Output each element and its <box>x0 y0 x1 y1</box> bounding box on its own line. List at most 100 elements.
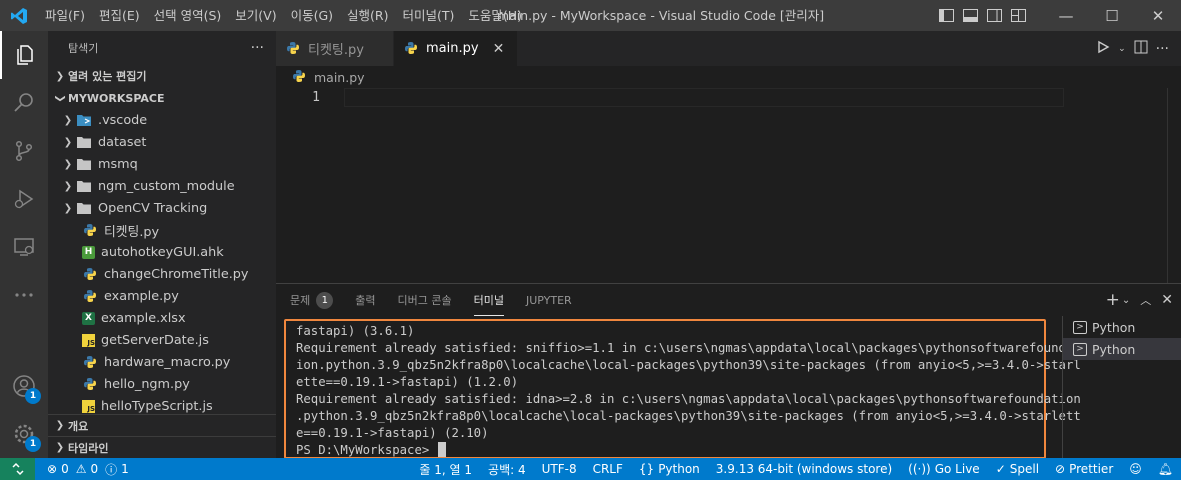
run-debug-icon[interactable] <box>0 175 48 223</box>
indentation[interactable]: 공백: 4 <box>480 458 534 480</box>
new-terminal-icon[interactable]: + <box>1106 290 1120 310</box>
file-label: 티켓팅.py <box>104 224 160 240</box>
tab-problems[interactable]: 문제 1 <box>290 284 334 316</box>
tab-ticketing[interactable]: 티켓팅.py <box>276 31 394 66</box>
file-item[interactable]: H autohotkeyGUI.ahk <box>48 241 276 263</box>
notifications-bell-icon[interactable]: 🔔︎ <box>1150 458 1181 480</box>
chevron-down-icon[interactable]: ⌄ <box>1122 295 1130 306</box>
python-icon <box>82 222 98 238</box>
close-panel-icon[interactable]: ✕ <box>1161 292 1173 308</box>
folder-msmq[interactable]: ❯ msmq <box>48 153 276 175</box>
source-control-icon[interactable] <box>0 127 48 175</box>
folder-opencv-tracking[interactable]: ❯ OpenCV Tracking <box>48 197 276 219</box>
run-python-file-icon[interactable] <box>1096 40 1110 58</box>
excel-icon: X <box>82 311 95 325</box>
file-item[interactable]: changeChromeTitle.py <box>48 263 276 285</box>
open-editors-section[interactable]: ❯ 열려 있는 편집기 <box>48 65 276 87</box>
folder-ngm-custom-module[interactable]: ❯ ngm_custom_module <box>48 175 276 197</box>
feedback-icon[interactable]: ☺ <box>1121 458 1150 480</box>
tab-terminal[interactable]: 터미널 <box>473 284 504 316</box>
terminal-prompt-line: PS D:\MyWorkspace> <box>296 442 1044 459</box>
file-item[interactable]: example.py <box>48 285 276 307</box>
language-mode[interactable]: {} Python <box>631 458 708 480</box>
folder-vscode[interactable]: ❯ .vscode <box>48 109 276 131</box>
terminal-output[interactable]: fastapi) (3.6.1) Requirement already sat… <box>284 319 1081 459</box>
menu-go[interactable]: 이동(G) <box>284 0 340 31</box>
menu-file[interactable]: 파일(F) <box>38 0 92 31</box>
braces-icon: {} <box>638 462 655 476</box>
python-interpreter[interactable]: 3.9.13 64-bit (windows store) <box>708 458 900 480</box>
menu-bar: 파일(F) 편집(E) 선택 영역(S) 보기(V) 이동(G) 실행(R) 터… <box>38 0 529 31</box>
menu-view[interactable]: 보기(V) <box>228 0 283 31</box>
chevron-down-icon[interactable]: ⌄ <box>1118 44 1126 54</box>
timeline-section[interactable]: ❯ 타임라인 <box>48 436 276 458</box>
outline-section[interactable]: ❯ 개요 <box>48 414 276 436</box>
tab-main-py[interactable]: main.py ✕ <box>394 31 518 66</box>
chevron-right-icon: ❯ <box>55 442 65 453</box>
problems-status[interactable]: ⊗ 0 ⚠ 0 ⓘ 1 <box>39 458 137 480</box>
file-item[interactable]: hello_ngm.py <box>48 373 276 395</box>
accounts-badge: 1 <box>25 388 41 404</box>
remote-indicator-icon[interactable] <box>0 458 35 480</box>
toggle-panel-icon[interactable] <box>959 5 981 27</box>
editor-actions: ⌄ ··· <box>1096 31 1181 66</box>
more-actions-button[interactable]: ··· <box>251 40 264 56</box>
close-tab-icon[interactable]: ✕ <box>493 41 505 57</box>
panel-actions: + ⌄ ︿ ✕ <box>1106 284 1173 316</box>
file-item[interactable]: JS getServerDate.js <box>48 329 276 351</box>
menu-help[interactable]: 도움말(H) <box>461 0 529 31</box>
layout-controls <box>935 0 1029 31</box>
menu-selection[interactable]: 선택 영역(S) <box>147 0 229 31</box>
explorer-icon[interactable] <box>0 31 48 79</box>
toggle-secondary-sidebar-icon[interactable] <box>983 5 1005 27</box>
tab-debug-console[interactable]: 디버그 콘솔 <box>398 284 452 316</box>
menu-run[interactable]: 실행(R) <box>340 0 395 31</box>
search-icon[interactable] <box>0 79 48 127</box>
menu-edit[interactable]: 편집(E) <box>92 0 147 31</box>
encoding[interactable]: UTF-8 <box>534 458 585 480</box>
file-item[interactable]: X example.xlsx <box>48 307 276 329</box>
folder-label: dataset <box>98 134 147 150</box>
close-window-button[interactable]: ✕ <box>1135 0 1181 31</box>
customize-layout-icon[interactable] <box>1007 5 1029 27</box>
cursor-position[interactable]: 줄 1, 열 1 <box>411 458 480 480</box>
language-label: Python <box>658 462 700 476</box>
minimize-button[interactable]: — <box>1043 0 1089 31</box>
python-icon <box>82 288 98 304</box>
go-live-button[interactable]: ((·)) Go Live <box>900 458 988 480</box>
python-icon <box>404 41 420 57</box>
more-views-icon[interactable] <box>0 271 48 319</box>
more-actions-icon[interactable]: ··· <box>1156 41 1169 57</box>
manage-gear-icon[interactable]: 1 <box>0 410 48 458</box>
problems-label: 문제 <box>290 294 311 307</box>
maximize-button[interactable]: ☐ <box>1089 0 1135 31</box>
code-line[interactable]: 1 <box>276 88 1181 107</box>
split-editor-icon[interactable] <box>1134 40 1148 58</box>
terminal-instance-selected[interactable]: > Python <box>1063 338 1181 360</box>
terminal-instance[interactable]: > Python <box>1063 316 1181 338</box>
spell-button[interactable]: ✓ Spell <box>988 458 1047 480</box>
line-number: 1 <box>312 90 320 105</box>
file-label: getServerDate.js <box>101 332 209 348</box>
file-item[interactable]: 티켓팅.py <box>48 219 276 241</box>
remote-explorer-icon[interactable] <box>0 223 48 271</box>
toggle-sidebar-icon[interactable] <box>935 5 957 27</box>
chevron-right-icon: ❯ <box>63 136 73 148</box>
end-of-line[interactable]: CRLF <box>585 458 631 480</box>
file-item[interactable]: hardware_macro.py <box>48 351 276 373</box>
accounts-icon[interactable]: 1 <box>0 362 48 410</box>
breadcrumb-file[interactable]: main.py <box>314 70 365 85</box>
maximize-panel-icon[interactable]: ︿ <box>1140 292 1151 308</box>
file-label: hardware_macro.py <box>104 354 231 370</box>
prettier-button[interactable]: ⊘ Prettier <box>1047 458 1121 480</box>
tab-jupyter[interactable]: JUPYTER <box>526 284 572 316</box>
prettier-label: Prettier <box>1069 462 1114 476</box>
chevron-right-icon: ❯ <box>63 158 73 170</box>
vscode-logo-icon <box>0 0 38 31</box>
double-check-icon: ⊘ <box>1055 462 1066 476</box>
folder-dataset[interactable]: ❯ dataset <box>48 131 276 153</box>
tab-output[interactable]: 출력 <box>355 284 375 316</box>
editor-scrollbar[interactable] <box>1167 88 1181 283</box>
menu-terminal[interactable]: 터미널(T) <box>396 0 462 31</box>
workspace-section[interactable]: ❯ MYWORKSPACE <box>48 87 276 109</box>
